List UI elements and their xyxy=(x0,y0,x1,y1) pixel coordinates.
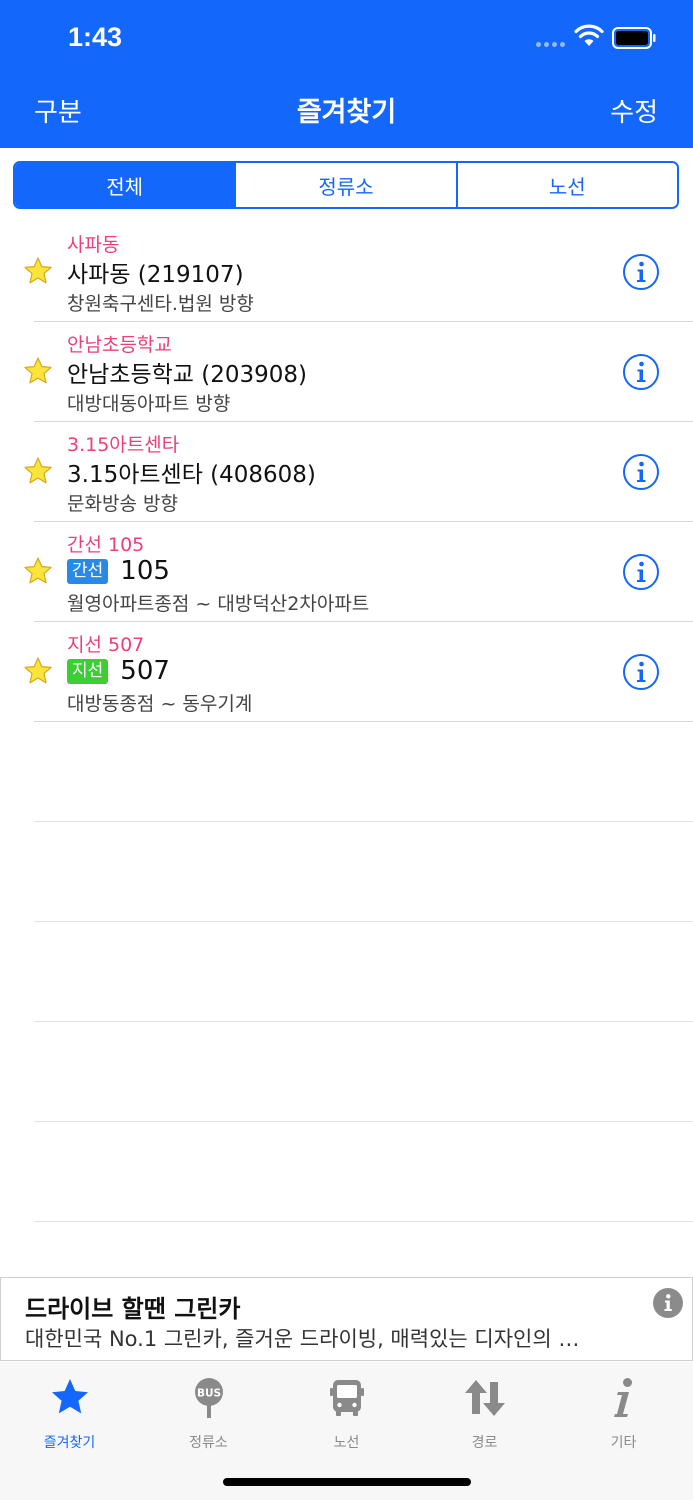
favorite-subtitle: 사파동 xyxy=(67,234,120,256)
favorite-direction: 월영아파트종점 ~ 대방덕산2차아파트 xyxy=(67,593,370,615)
segment-routes[interactable]: 노선 xyxy=(455,163,677,207)
status-time: 1:43 xyxy=(68,22,123,52)
info-icon[interactable] xyxy=(622,553,660,591)
segment-all[interactable]: 전체 xyxy=(15,163,235,207)
favorite-direction: 대방동종점 ~ 동우기계 xyxy=(67,693,253,715)
star-icon[interactable] xyxy=(23,656,53,686)
info-icon[interactable] xyxy=(622,453,660,491)
favorite-title: 3.15아트센타 (408608) xyxy=(67,462,316,488)
info-icon xyxy=(613,1378,632,1417)
tab-favorites[interactable]: 즐겨찾기 xyxy=(0,1372,139,1452)
filter-segmented-control: 전체 정류소 노선 xyxy=(13,161,679,209)
route-number: 105 xyxy=(120,556,170,586)
favorite-row[interactable]: 3.15아트센타 3.15아트센타 (408608) 문화방송 방향 xyxy=(0,422,693,522)
star-icon[interactable] xyxy=(23,256,53,286)
home-indicator xyxy=(223,1478,471,1486)
page-title: 즐겨찾기 xyxy=(296,97,397,128)
bus-stop-icon: BUS xyxy=(194,1378,223,1418)
tab-directions[interactable]: 경로 xyxy=(415,1372,554,1452)
favorite-row[interactable]: 사파동 사파동 (219107) 창원축구센타.법원 방향 xyxy=(0,222,693,322)
tab-routes[interactable]: 노선 xyxy=(277,1372,416,1452)
tab-label: 정류소 xyxy=(189,1435,228,1451)
empty-row xyxy=(0,1122,693,1222)
favorite-row[interactable]: 지선 507 지선 507 대방동종점 ~ 동우기계 xyxy=(0,622,693,722)
favorite-title: 안남초등학교 (203908) xyxy=(67,362,308,388)
header: 1:43 구분 즐겨찾기 수정 xyxy=(0,0,693,148)
empty-row xyxy=(0,822,693,922)
cellular-signal-icon xyxy=(536,42,566,48)
favorite-title: 지선 507 xyxy=(67,656,170,686)
tab-label: 즐겨찾기 xyxy=(43,1435,96,1451)
favorite-title: 간선 105 xyxy=(67,556,170,586)
star-icon[interactable] xyxy=(23,456,53,486)
empty-row xyxy=(0,922,693,1022)
route-number: 507 xyxy=(120,656,170,686)
route-type-badge: 간선 xyxy=(67,558,109,584)
tab-label: 기타 xyxy=(610,1435,637,1451)
favorite-row[interactable]: 간선 105 간선 105 월영아파트종점 ~ 대방덕산2차아파트 xyxy=(0,522,693,622)
favorites-list: 사파동 사파동 (219107) 창원축구센타.법원 방향 안남초등학교 안남초… xyxy=(0,222,693,1222)
star-icon[interactable] xyxy=(23,556,53,586)
route-type-badge: 지선 xyxy=(67,658,109,684)
favorite-row[interactable]: 안남초등학교 안남초등학교 (203908) 대방대동아파트 방향 xyxy=(0,322,693,422)
empty-row xyxy=(0,722,693,822)
tab-label: 노선 xyxy=(333,1435,360,1451)
favorite-subtitle: 간선 105 xyxy=(67,534,145,556)
wifi-icon xyxy=(574,24,604,46)
info-icon[interactable] xyxy=(622,253,660,291)
info-icon[interactable] xyxy=(622,653,660,691)
svg-text:BUS: BUS xyxy=(196,1388,220,1400)
route-arrows-icon xyxy=(464,1380,505,1416)
edit-button[interactable]: 수정 xyxy=(610,92,658,129)
favorite-direction: 창원축구센타.법원 방향 xyxy=(67,293,254,315)
favorite-direction: 대방대동아파트 방향 xyxy=(67,393,231,415)
ad-info-icon[interactable] xyxy=(653,1288,683,1318)
battery-icon xyxy=(612,27,656,49)
tab-label: 경로 xyxy=(471,1435,498,1451)
segment-stops[interactable]: 정류소 xyxy=(234,163,456,207)
star-icon[interactable] xyxy=(23,356,53,386)
info-icon[interactable] xyxy=(622,353,660,391)
tab-stops[interactable]: BUS 정류소 xyxy=(139,1372,278,1452)
favorite-subtitle: 안남초등학교 xyxy=(67,334,172,356)
empty-row xyxy=(0,1022,693,1122)
favorite-title: 사파동 (219107) xyxy=(67,262,244,288)
tab-more[interactable]: 기타 xyxy=(554,1372,693,1452)
ad-title: 드라이브 할땐 그린카 xyxy=(25,1295,241,1323)
star-icon xyxy=(51,1379,88,1414)
bus-icon xyxy=(329,1380,364,1416)
favorite-subtitle: 지선 507 xyxy=(67,634,145,656)
ad-text: 대한민국 No.1 그린카, 즐거운 드라이빙, 매력있는 디자인의 … xyxy=(25,1327,580,1351)
ad-banner[interactable]: 드라이브 할땐 그린카 대한민국 No.1 그린카, 즐거운 드라이빙, 매력있… xyxy=(0,1277,693,1361)
favorite-direction: 문화방송 방향 xyxy=(67,493,178,515)
favorite-subtitle: 3.15아트센타 xyxy=(67,434,180,456)
